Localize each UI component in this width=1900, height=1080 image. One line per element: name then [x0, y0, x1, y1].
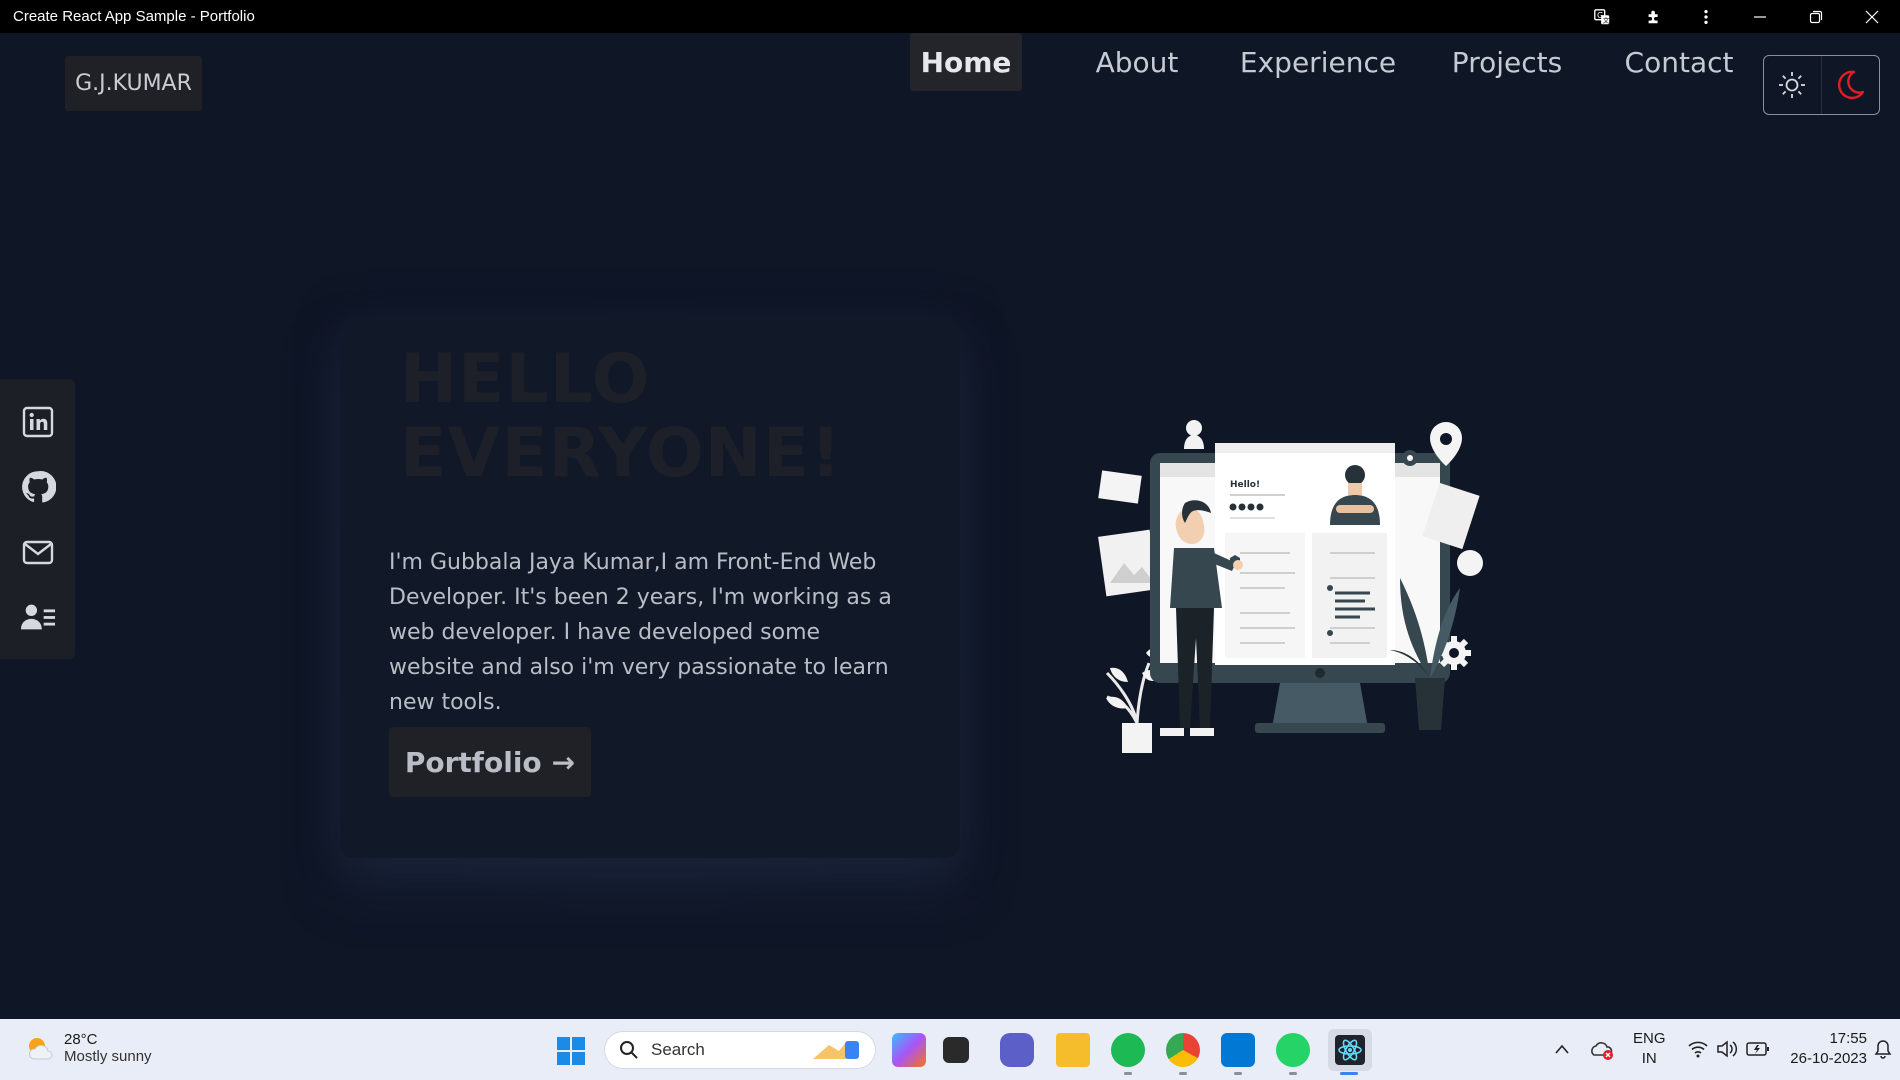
whatsapp-running-indicator	[1289, 1072, 1297, 1075]
copilot-icon[interactable]	[892, 1033, 926, 1067]
svg-text:文: 文	[1603, 15, 1610, 24]
minimize-icon[interactable]	[1732, 0, 1788, 33]
nav-home[interactable]: Home	[910, 33, 1022, 91]
nav-experience[interactable]: Experience	[1240, 33, 1396, 91]
illustration-hello: Hello!	[1230, 480, 1260, 490]
mail-icon[interactable]	[20, 534, 56, 570]
window-titlebar: Create React App Sample - Portfolio G文	[0, 0, 1900, 33]
taskbar-clock[interactable]: 17:55 26-10-2023	[1790, 1029, 1867, 1069]
task-view-icon[interactable]	[943, 1037, 969, 1063]
extensions-icon[interactable]	[1628, 0, 1680, 33]
react-app-running-indicator	[1340, 1072, 1358, 1075]
weather-temp: 28°C	[64, 1031, 98, 1048]
search-icon	[620, 1041, 638, 1059]
portfolio-button[interactable]: Portfolio →	[389, 727, 591, 797]
close-icon[interactable]	[1844, 0, 1900, 33]
onedrive-icon[interactable]	[1590, 1039, 1614, 1061]
spotify-running-indicator	[1124, 1072, 1132, 1075]
teams-icon[interactable]	[1000, 1033, 1034, 1067]
chrome-running-indicator	[1179, 1072, 1187, 1075]
linkedin-icon[interactable]	[20, 404, 56, 440]
wifi-icon[interactable]	[1687, 1039, 1709, 1059]
contact-card-icon[interactable]	[20, 599, 56, 635]
vscode-running-indicator	[1234, 1072, 1242, 1075]
hero-title: HELLO EVERYONE!	[400, 343, 900, 491]
clock-time: 17:55	[1829, 1030, 1867, 1047]
weather-condition: Mostly sunny	[64, 1048, 152, 1065]
sun-icon[interactable]	[1764, 56, 1822, 114]
translate-icon[interactable]: G文	[1576, 0, 1628, 33]
taskbar: 28°C Mostly sunny Search ENG IN 17:55 26…	[0, 1019, 1900, 1080]
github-icon[interactable]	[20, 469, 56, 505]
portfolio-page: G.J.KUMAR Home About Experience Projects…	[0, 33, 1900, 1019]
search-placeholder: Search	[651, 1040, 705, 1059]
file-explorer-icon[interactable]	[1056, 1033, 1090, 1067]
nav-projects[interactable]: Projects	[1448, 33, 1566, 91]
weather-widget[interactable]: 28°C Mostly sunny	[24, 1031, 152, 1065]
social-sidebar	[0, 379, 75, 659]
moon-icon[interactable]	[1822, 56, 1880, 114]
windows-start-icon[interactable]	[556, 1036, 586, 1066]
developer-illustration: Hello!	[1098, 420, 1483, 753]
nav-about[interactable]: About	[1088, 33, 1186, 91]
spotify-icon[interactable]	[1111, 1033, 1145, 1067]
clock-date: 26-10-2023	[1790, 1050, 1867, 1067]
hero-title-line2: EVERYONE!	[400, 414, 843, 493]
lang-line2: IN	[1641, 1050, 1657, 1067]
vscode-icon[interactable]	[1221, 1033, 1255, 1067]
react-app-active[interactable]	[1328, 1029, 1372, 1071]
search-highlight-icon	[813, 1041, 859, 1059]
notification-bell-icon[interactable]	[1874, 1039, 1892, 1059]
window-title: Create React App Sample - Portfolio	[13, 8, 255, 25]
site-logo[interactable]: G.J.KUMAR	[65, 56, 202, 111]
hero-description: I'm Gubbala Jaya Kumar,I am Front-End We…	[389, 550, 892, 715]
battery-icon[interactable]	[1746, 1040, 1770, 1058]
taskbar-search[interactable]: Search	[604, 1031, 876, 1069]
chrome-icon[interactable]	[1166, 1033, 1200, 1067]
portfolio-button-label: Portfolio	[404, 745, 542, 779]
nav-contact[interactable]: Contact	[1620, 33, 1738, 91]
language-indicator[interactable]: ENG IN	[1633, 1029, 1666, 1069]
chevron-up-icon[interactable]	[1555, 1043, 1569, 1055]
theme-toggle[interactable]	[1763, 55, 1880, 115]
volume-icon[interactable]	[1716, 1039, 1738, 1059]
sun-cloud-icon	[28, 1038, 53, 1060]
whatsapp-icon[interactable]	[1276, 1033, 1310, 1067]
lang-line1: ENG	[1633, 1030, 1666, 1047]
hero-title-line1: HELLO	[400, 340, 651, 419]
more-menu-icon[interactable]	[1680, 0, 1732, 33]
restore-icon[interactable]	[1788, 0, 1844, 33]
arrow-right-icon: →	[551, 745, 576, 779]
